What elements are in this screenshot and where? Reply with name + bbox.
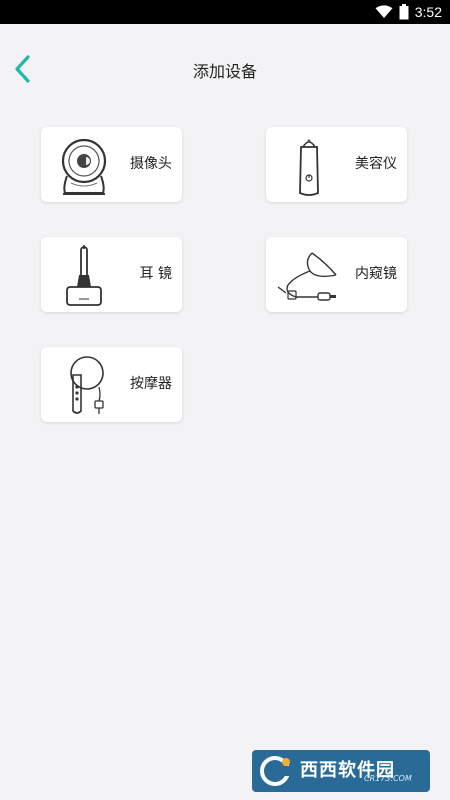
camera-icon: [61, 138, 107, 195]
watermark-logo: 西西软件园 CR173.COM: [252, 750, 430, 792]
endoscope-icon: [277, 252, 337, 301]
app-bar: 添加设备: [0, 24, 450, 114]
wifi-icon: [375, 5, 393, 18]
device-label: 美容仪: [355, 156, 397, 172]
device-card-endoscope[interactable]: 内窥镜: [266, 237, 407, 312]
device-label: 耳 镜: [139, 266, 172, 282]
device-label: 摄像头: [130, 156, 172, 172]
device-card-massager[interactable]: 按摩器: [41, 347, 182, 422]
logo-icon: [260, 756, 292, 786]
device-label: 内窥镜: [355, 266, 397, 282]
device-label: 按摩器: [130, 376, 172, 392]
status-time: 3:52: [414, 4, 442, 20]
battery-icon: [399, 4, 409, 20]
status-bar: 3:52: [0, 0, 450, 24]
device-card-beauty-device[interactable]: 美容仪: [266, 127, 407, 202]
beauty-device-icon: [299, 139, 319, 196]
status-icons: 3:52: [375, 0, 442, 24]
otoscope-icon: [66, 245, 102, 306]
massager-icon: [70, 356, 104, 414]
device-card-otoscope[interactable]: 耳 镜: [41, 237, 182, 312]
watermark-url: CR173.COM: [364, 774, 412, 783]
device-card-camera[interactable]: 摄像头: [41, 127, 182, 202]
page-title: 添加设备: [192, 62, 257, 81]
